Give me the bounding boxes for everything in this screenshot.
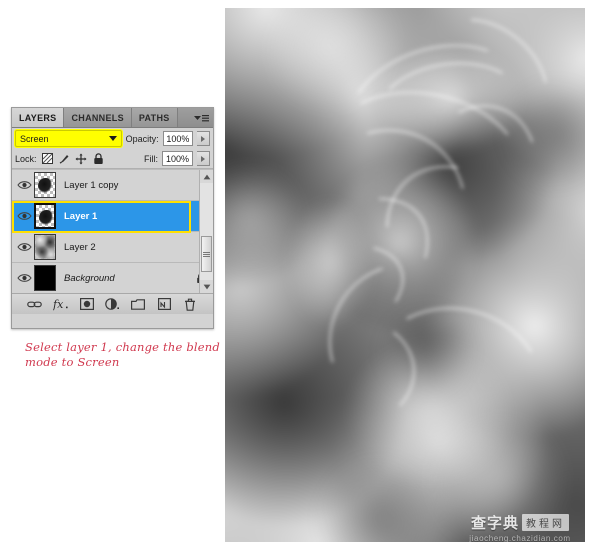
layer-thumbnail[interactable] bbox=[34, 234, 56, 260]
svg-text:fx: fx bbox=[53, 298, 64, 311]
layer-list: Layer 1 copy Layer 1 Layer 2 Background bbox=[12, 169, 213, 293]
lock-transparent-pixels-icon[interactable] bbox=[41, 152, 54, 165]
lock-row: Lock: Fill: 100% bbox=[12, 149, 213, 169]
eye-icon[interactable] bbox=[14, 180, 34, 190]
delete-layer-icon[interactable] bbox=[182, 297, 198, 312]
eye-icon[interactable] bbox=[14, 211, 34, 221]
scrollbar-track[interactable] bbox=[200, 183, 213, 280]
layer-name: Background bbox=[64, 272, 115, 284]
scroll-down-arrow-icon[interactable] bbox=[199, 280, 213, 293]
blend-mode-value: Screen bbox=[20, 133, 49, 144]
tab-layers[interactable]: LAYERS bbox=[12, 108, 65, 127]
stepper-arrow-icon bbox=[201, 155, 205, 162]
canvas-image: 查字典 教程网 jiaocheng.chazidian.com bbox=[225, 8, 585, 542]
scrollbar-thumb[interactable] bbox=[201, 236, 212, 273]
layer-name: Layer 2 bbox=[64, 241, 96, 253]
layer-mask-icon[interactable] bbox=[79, 297, 95, 312]
new-group-icon[interactable] bbox=[130, 297, 146, 312]
eye-icon[interactable] bbox=[14, 242, 34, 252]
layer-name: Layer 1 bbox=[64, 210, 98, 222]
opacity-input[interactable]: 100% bbox=[162, 131, 194, 146]
layer-row[interactable]: Layer 2 bbox=[12, 232, 213, 263]
layer-thumbnail[interactable] bbox=[34, 172, 56, 198]
link-layers-icon[interactable] bbox=[27, 297, 43, 312]
blend-mode-select[interactable]: Screen bbox=[15, 130, 122, 147]
layer-thumbnail[interactable] bbox=[34, 265, 56, 291]
watermark-row: 查字典 教程网 bbox=[471, 512, 569, 533]
eye-icon[interactable] bbox=[14, 273, 34, 283]
lock-image-pixels-icon[interactable] bbox=[58, 152, 71, 165]
scroll-up-arrow-icon[interactable] bbox=[199, 170, 213, 183]
fill-label: Fill: bbox=[144, 153, 158, 164]
lock-all-icon[interactable] bbox=[92, 152, 105, 165]
watermark-badge: 教程网 bbox=[522, 514, 569, 531]
caption-text: Select layer 1, change the blend mode to… bbox=[25, 340, 220, 369]
watermark-main-text: 查字典 bbox=[470, 514, 519, 532]
chevron-down-icon bbox=[108, 136, 117, 141]
layers-panel: LAYERS CHANNELS PATHS Screen Opacity: 10… bbox=[11, 107, 214, 329]
layer-row[interactable]: Layer 1 bbox=[12, 201, 213, 232]
adjustment-layer-icon[interactable] bbox=[104, 297, 120, 312]
watermark: 查字典 教程网 jiaocheng.chazidian.com bbox=[455, 512, 585, 542]
layer-list-scrollbar[interactable] bbox=[199, 170, 213, 293]
fill-input[interactable]: 100% bbox=[162, 151, 193, 166]
layer-row[interactable]: Layer 1 copy bbox=[12, 170, 213, 201]
panel-menu-icon[interactable] bbox=[193, 112, 209, 124]
lock-position-icon[interactable] bbox=[75, 152, 88, 165]
new-layer-icon[interactable] bbox=[156, 297, 172, 312]
fill-stepper[interactable] bbox=[197, 151, 210, 166]
blend-mode-row: Screen Opacity: 100% bbox=[12, 128, 213, 149]
tab-paths[interactable]: PATHS bbox=[131, 108, 178, 127]
opacity-stepper[interactable] bbox=[197, 131, 210, 146]
panel-tab-bar: LAYERS CHANNELS PATHS bbox=[12, 108, 213, 128]
tab-channels[interactable]: CHANNELS bbox=[64, 108, 132, 127]
watermark-url: jiaocheng.chazidian.com bbox=[469, 534, 571, 542]
layer-thumbnail[interactable] bbox=[34, 203, 56, 229]
stepper-arrow-icon bbox=[201, 135, 206, 142]
layer-style-fx-icon[interactable]: fx bbox=[53, 297, 69, 312]
lock-label: Lock: bbox=[15, 153, 37, 164]
layer-row[interactable]: Background bbox=[12, 263, 213, 293]
layers-panel-toolbar: fx bbox=[12, 293, 213, 314]
opacity-label: Opacity: bbox=[125, 133, 159, 144]
layer-name: Layer 1 copy bbox=[64, 179, 119, 191]
